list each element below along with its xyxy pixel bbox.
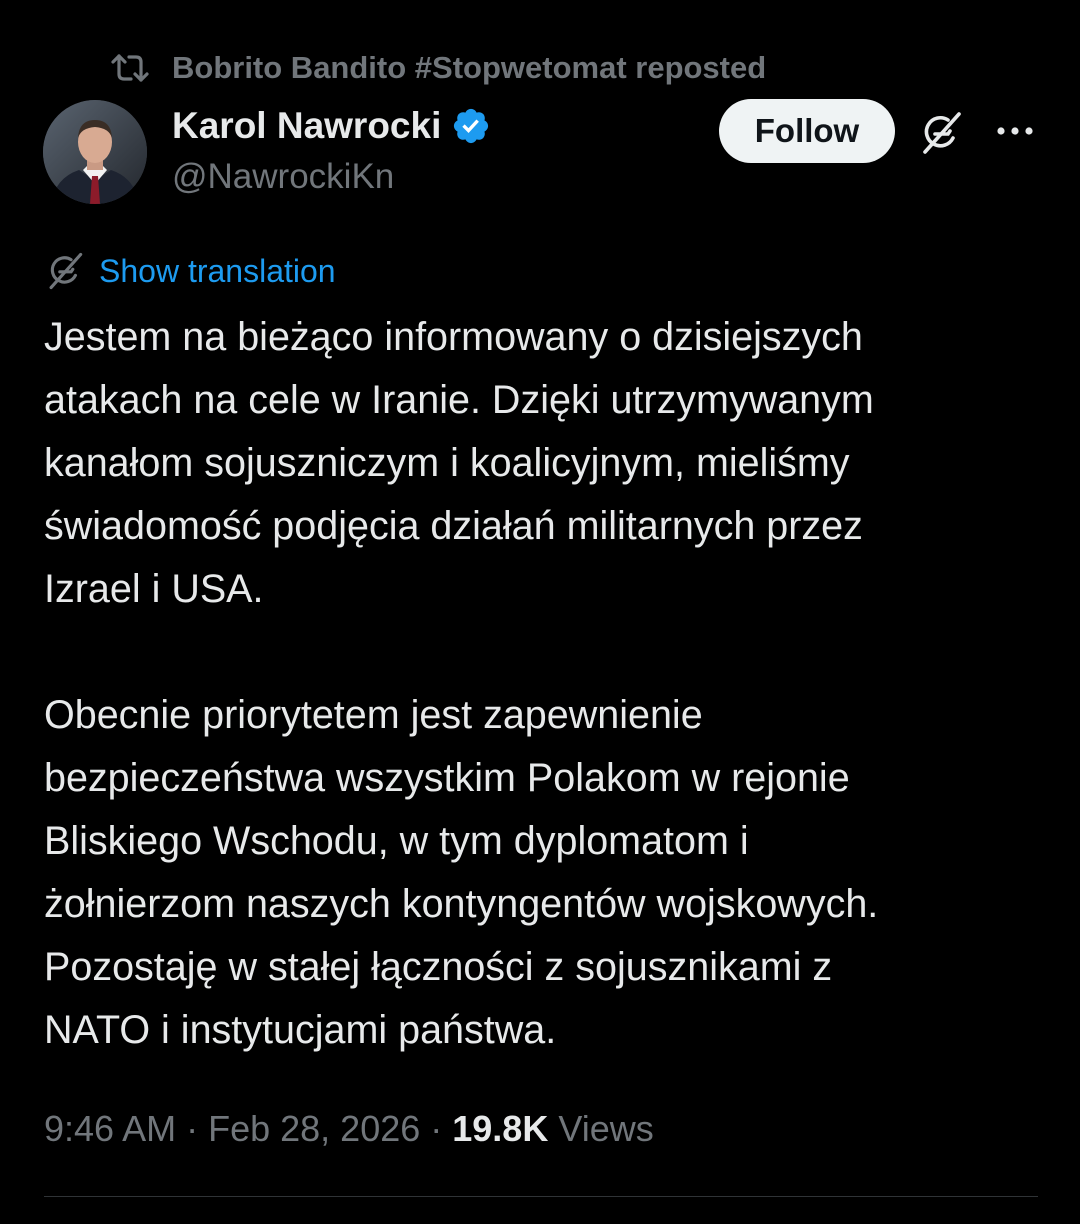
- tweet-meta: 9:46 AM · Feb 28, 2026 · 19.8K Views: [44, 1104, 654, 1154]
- tweet-paragraph: Obecnie priorytetem jest zapewnienie bez…: [44, 693, 879, 1052]
- repost-icon: [108, 48, 152, 88]
- avatar[interactable]: [43, 100, 147, 204]
- follow-button[interactable]: Follow: [719, 99, 895, 163]
- show-translation[interactable]: Show translation: [43, 248, 336, 294]
- author-handle[interactable]: @NawrockiKn: [172, 157, 394, 197]
- grok-icon[interactable]: [915, 107, 967, 159]
- tweet-text: Jestem na bieżąco informowany o dzisiejs…: [44, 306, 1044, 1062]
- views-count: 19.8K: [452, 1108, 549, 1149]
- tweet-date[interactable]: Feb 28, 2026: [208, 1108, 420, 1150]
- repost-text: Bobrito Bandito #Stopwetomat reposted: [172, 50, 767, 85]
- author-name-row[interactable]: Karol Nawrocki: [172, 104, 491, 148]
- more-icon[interactable]: [988, 110, 1042, 152]
- meta-separator: ·: [420, 1108, 453, 1149]
- divider: [44, 1196, 1038, 1197]
- grok-icon: [43, 249, 87, 293]
- author-name[interactable]: Karol Nawrocki: [172, 105, 441, 147]
- show-translation-link[interactable]: Show translation: [99, 253, 336, 290]
- avatar-portrait: [43, 100, 147, 204]
- verified-badge-icon[interactable]: [451, 106, 491, 146]
- tweet-paragraph: Jestem na bieżąco informowany o dzisiejs…: [44, 315, 874, 611]
- meta-separator: ·: [176, 1108, 209, 1149]
- views-label: Views: [558, 1108, 654, 1149]
- repost-context[interactable]: Bobrito Bandito #Stopwetomat reposted: [108, 48, 766, 88]
- tweet-time[interactable]: 9:46 AM: [44, 1108, 176, 1150]
